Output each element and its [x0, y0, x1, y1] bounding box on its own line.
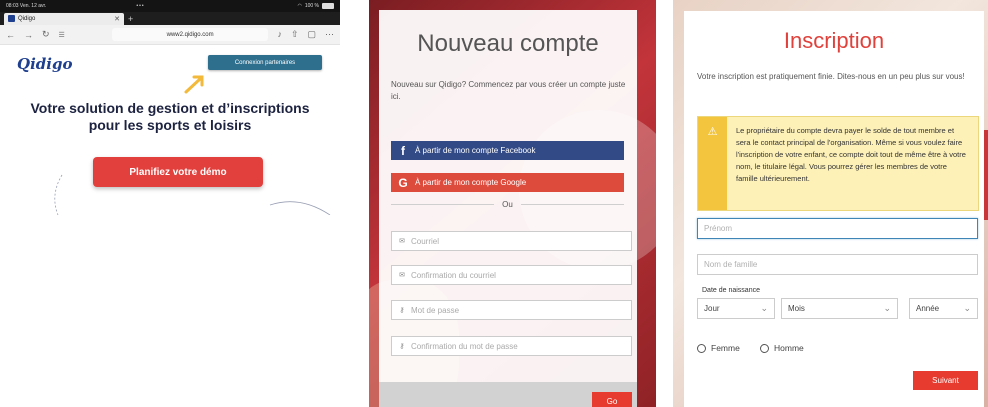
address-bar[interactable]: www2.qidigo.com — [111, 28, 269, 41]
chevron-down-icon: ⌄ — [883, 303, 891, 313]
signup-screen: Nouveau compte Nouveau sur Qidigo? Comme… — [369, 0, 656, 407]
key-icon: ⚷ — [399, 343, 405, 350]
warning-box: ⚠ Le propriétaire du compte devra payer … — [697, 116, 979, 211]
google-icon: G — [398, 175, 408, 190]
tabs-icon[interactable]: ▢ — [307, 29, 316, 40]
year-select[interactable]: Année ⌄ — [909, 298, 978, 319]
password-confirm-placeholder: Confirmation du mot de passe — [411, 341, 518, 351]
gender-female-label: Femme — [711, 343, 740, 353]
inscription-intro: Votre inscription est pratiquement finie… — [697, 72, 965, 81]
inscription-screen: Inscription Votre inscription est pratiq… — [673, 0, 988, 407]
page-headline: Votre solution de gestion et d’inscripti… — [0, 100, 340, 134]
email-confirm-field[interactable]: ✉ Confirmation du courriel — [391, 265, 632, 285]
share-icon[interactable]: ⇧ — [291, 29, 299, 40]
envelope-icon: ✉ — [399, 272, 405, 279]
month-select-value: Mois — [788, 304, 805, 313]
arrow-icon — [184, 75, 204, 94]
tab-bar: Qidigo ✕ + — [0, 12, 340, 25]
email-field[interactable]: ✉ Courriel — [391, 231, 632, 251]
landing-page: Qidigo Connexion partenaires Votre solut… — [0, 45, 340, 215]
signup-intro: Nouveau sur Qidigo? Commencez par vous c… — [391, 80, 626, 101]
qidigo-logo[interactable]: Qidigo — [17, 55, 72, 73]
envelope-icon: ✉ — [399, 238, 405, 245]
status-time: 08:03 Ven. 12 avr. — [6, 3, 47, 9]
more-icon[interactable]: ⋯ — [325, 29, 334, 40]
battery-indicator: ◠ 100 % — [297, 3, 334, 9]
divider — [520, 203, 625, 205]
day-select-value: Jour — [704, 304, 720, 313]
gender-male-radio[interactable]: Homme — [760, 343, 804, 353]
email-confirm-placeholder: Confirmation du courriel — [411, 270, 496, 280]
gender-male-label: Homme — [774, 343, 804, 353]
browser-screenshot: 08:03 Ven. 12 avr. ••• ◠ 100 % Qidigo ✕ … — [0, 0, 340, 230]
headline-line-1: Votre solution de gestion et d’inscripti… — [30, 100, 310, 116]
separator-label: Ou — [502, 199, 513, 209]
reload-icon[interactable]: ↻ — [42, 29, 50, 40]
first-name-field[interactable]: Prénom — [697, 218, 978, 239]
password-field[interactable]: ⚷ Mot de passe — [391, 300, 632, 320]
google-button-label: À partir de mon compte Google — [415, 178, 527, 187]
browser-tab[interactable]: Qidigo ✕ — [4, 12, 124, 25]
warning-text: Le propriétaire du compte devra payer le… — [736, 126, 966, 183]
gender-female-radio[interactable]: Femme — [697, 343, 740, 353]
first-name-placeholder: Prénom — [704, 224, 733, 233]
browser-toolbar: ← → ↻ ☰ www2.qidigo.com ♪ ⇧ ▢ ⋯ — [0, 25, 340, 45]
close-icon[interactable]: ✕ — [114, 15, 120, 23]
back-icon[interactable]: ← — [6, 30, 15, 40]
facebook-signup-button[interactable]: f À partir de mon compte Facebook — [391, 141, 624, 160]
inscription-card: Inscription Votre inscription est pratiq… — [684, 11, 984, 407]
password-placeholder: Mot de passe — [411, 305, 460, 315]
go-button[interactable]: Go — [592, 392, 632, 407]
last-name-field[interactable]: Nom de famille — [697, 254, 978, 275]
password-confirm-field[interactable]: ⚷ Confirmation du mot de passe — [391, 336, 632, 356]
multitask-dots-icon[interactable]: ••• — [136, 3, 144, 9]
battery-percent: 100 % — [304, 3, 319, 9]
new-tab-icon[interactable]: + — [128, 14, 133, 24]
partners-login-button[interactable]: Connexion partenaires — [208, 55, 322, 70]
signup-title: Nouveau compte — [417, 30, 599, 57]
forward-icon[interactable]: → — [24, 30, 33, 40]
google-signup-button[interactable]: G À partir de mon compte Google — [391, 173, 624, 192]
warning-icon: ⚠ — [698, 117, 727, 210]
email-placeholder: Courriel — [411, 236, 440, 246]
birthdate-label: Date de naissance — [702, 287, 760, 294]
tab-title: Qidigo — [18, 15, 36, 22]
wifi-icon: ◠ — [297, 3, 302, 9]
url-text: www2.qidigo.com — [166, 31, 214, 38]
reader-icon[interactable]: ☰ — [59, 31, 65, 39]
key-icon: ⚷ — [399, 307, 405, 314]
inscription-title: Inscription — [783, 28, 885, 53]
or-separator: Ou — [391, 197, 625, 211]
plan-demo-button[interactable]: Planifiez votre démo — [93, 157, 263, 187]
chevron-down-icon: ⌄ — [760, 303, 768, 313]
facebook-icon: f — [401, 143, 405, 158]
last-name-placeholder: Nom de famille — [704, 260, 758, 269]
favicon-icon — [8, 15, 15, 22]
microphone-icon[interactable]: ♪ — [277, 29, 282, 40]
status-bar: 08:03 Ven. 12 avr. ••• ◠ 100 % — [0, 0, 340, 12]
battery-icon — [322, 3, 334, 9]
radio-icon — [760, 343, 769, 353]
next-button[interactable]: Suivant — [913, 371, 978, 390]
day-select[interactable]: Jour ⌄ — [697, 298, 775, 319]
headline-line-2: pour les sports et loisirs — [88, 117, 252, 133]
year-select-value: Année — [916, 304, 940, 313]
radio-icon — [697, 343, 706, 353]
facebook-button-label: À partir de mon compte Facebook — [415, 146, 536, 155]
divider — [391, 203, 495, 205]
month-select[interactable]: Mois ⌄ — [781, 298, 898, 319]
chevron-down-icon: ⌄ — [963, 303, 971, 313]
signup-card: Nouveau compte Nouveau sur Qidigo? Comme… — [379, 10, 637, 407]
